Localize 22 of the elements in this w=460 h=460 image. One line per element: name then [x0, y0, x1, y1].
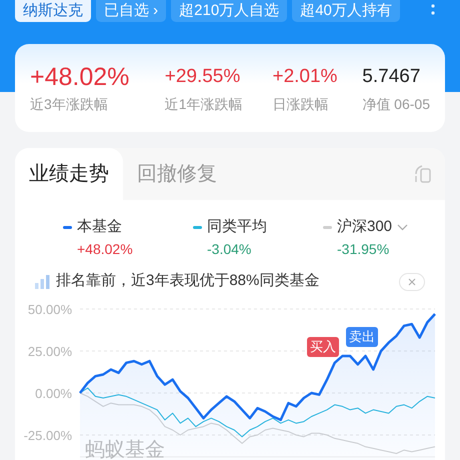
legend-value: -31.95% — [336, 240, 390, 258]
rank-note: 排名靠前，近3年表现优于88%同类基金 — [56, 271, 320, 292]
stat-label: 近3年涨跌幅 — [30, 94, 109, 114]
stat-value: +29.55% — [164, 64, 242, 88]
legend-name: 沪深300 — [337, 217, 392, 237]
y-axis-label: 0.00% — [35, 386, 72, 400]
trade-marker: 买入 — [307, 336, 339, 356]
stat-label: 净值 06-05 — [362, 94, 430, 114]
stat-value: +48.02% — [30, 62, 130, 92]
stat-value: +2.01% — [272, 64, 338, 88]
y-axis-label: 50.00% — [28, 302, 72, 316]
stat-label: 近1年涨跌幅 — [164, 94, 244, 114]
legend-value: +48.02% — [76, 240, 134, 258]
stat-value: 5.7467 — [362, 64, 422, 88]
legend-name: 本基金 — [77, 217, 122, 237]
legend-name: 同类平均 — [207, 217, 267, 237]
y-axis-label: 25.00% — [28, 344, 72, 358]
trade-marker: 卖出 — [346, 326, 378, 346]
legend-value: -3.04% — [206, 240, 252, 258]
chart-brand: 蚂蚁基金 — [85, 438, 165, 460]
stat-label: 日涨跌幅 — [272, 94, 330, 114]
y-axis-label: -25.00% — [24, 428, 72, 442]
